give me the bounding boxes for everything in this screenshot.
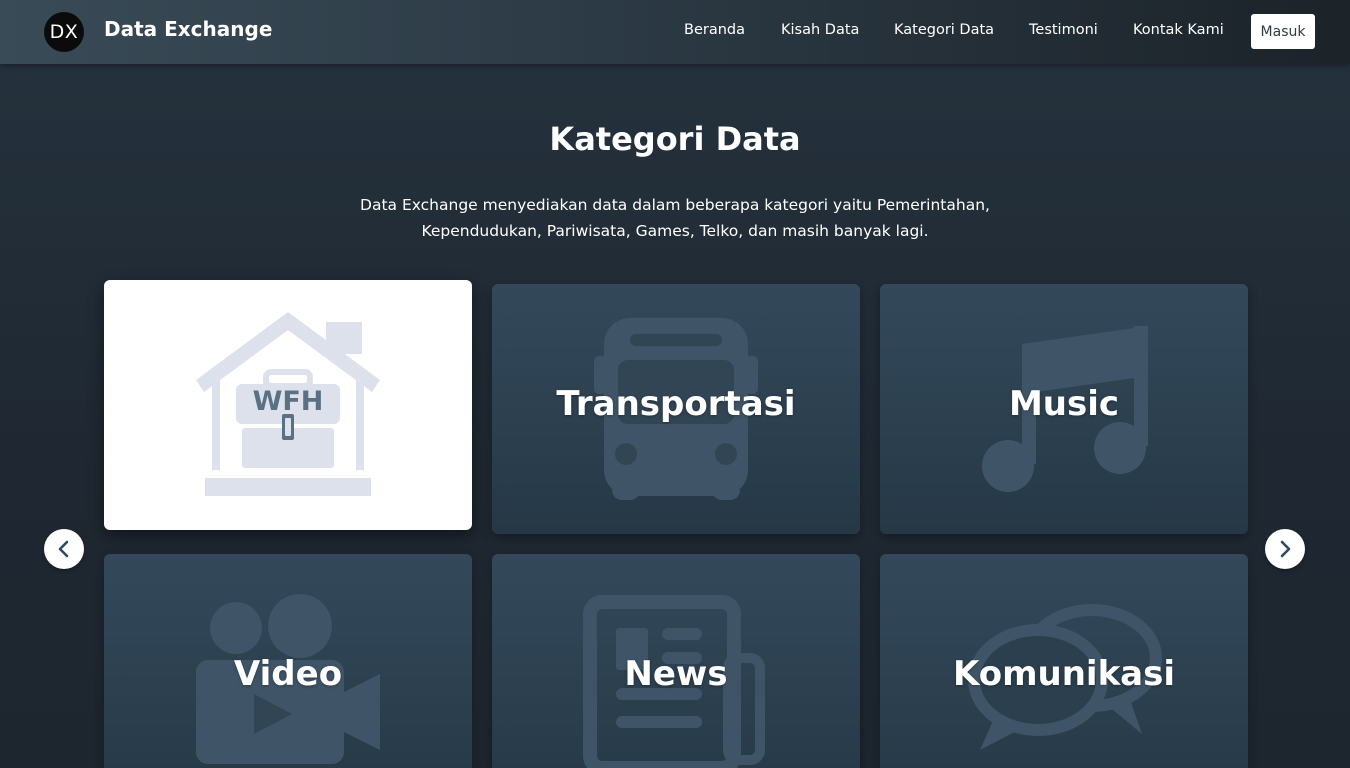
nav-testimoni[interactable]: Testimoni bbox=[1029, 22, 1098, 38]
brand-name[interactable]: Data Exchange bbox=[104, 17, 272, 41]
nav-kategori-data[interactable]: Kategori Data bbox=[894, 22, 994, 38]
navbar: DX Data Exchange Beranda Kisah Data Kate… bbox=[0, 0, 1350, 64]
section-description: Data Exchange menyediakan data dalam beb… bbox=[360, 196, 990, 240]
card-label-transportasi: Transportasi bbox=[556, 384, 796, 424]
section-title: Kategori Data bbox=[549, 120, 801, 158]
category-card-video[interactable]: Video bbox=[104, 554, 472, 768]
category-card-music[interactable]: Music bbox=[880, 284, 1248, 534]
category-card-news[interactable]: News bbox=[492, 554, 860, 768]
logo[interactable]: DX bbox=[44, 12, 84, 52]
login-button[interactable]: Masuk bbox=[1251, 14, 1315, 49]
carousel-next-button[interactable] bbox=[1265, 529, 1305, 569]
card-label-news: News bbox=[624, 654, 728, 694]
card-label-wfh: WFH bbox=[252, 386, 324, 417]
card-label-music: Music bbox=[1008, 384, 1120, 424]
category-card-transportasi[interactable]: Transportasi bbox=[492, 284, 860, 534]
card-label-video: Video bbox=[233, 654, 343, 694]
carousel-prev-button[interactable] bbox=[44, 529, 84, 569]
card-label-komunikasi: Komunikasi bbox=[952, 654, 1176, 694]
logo-text: DX bbox=[49, 21, 79, 43]
nav-kisah-data[interactable]: Kisah Data bbox=[781, 22, 859, 38]
category-card-wfh[interactable]: WFH bbox=[104, 280, 472, 530]
chevron-left-icon bbox=[58, 540, 69, 558]
nav-kontak-kami[interactable]: Kontak Kami bbox=[1133, 22, 1224, 38]
nav-beranda[interactable]: Beranda bbox=[684, 22, 745, 38]
category-card-komunikasi[interactable]: Komunikasi bbox=[880, 554, 1248, 768]
chevron-right-icon bbox=[1280, 540, 1291, 558]
